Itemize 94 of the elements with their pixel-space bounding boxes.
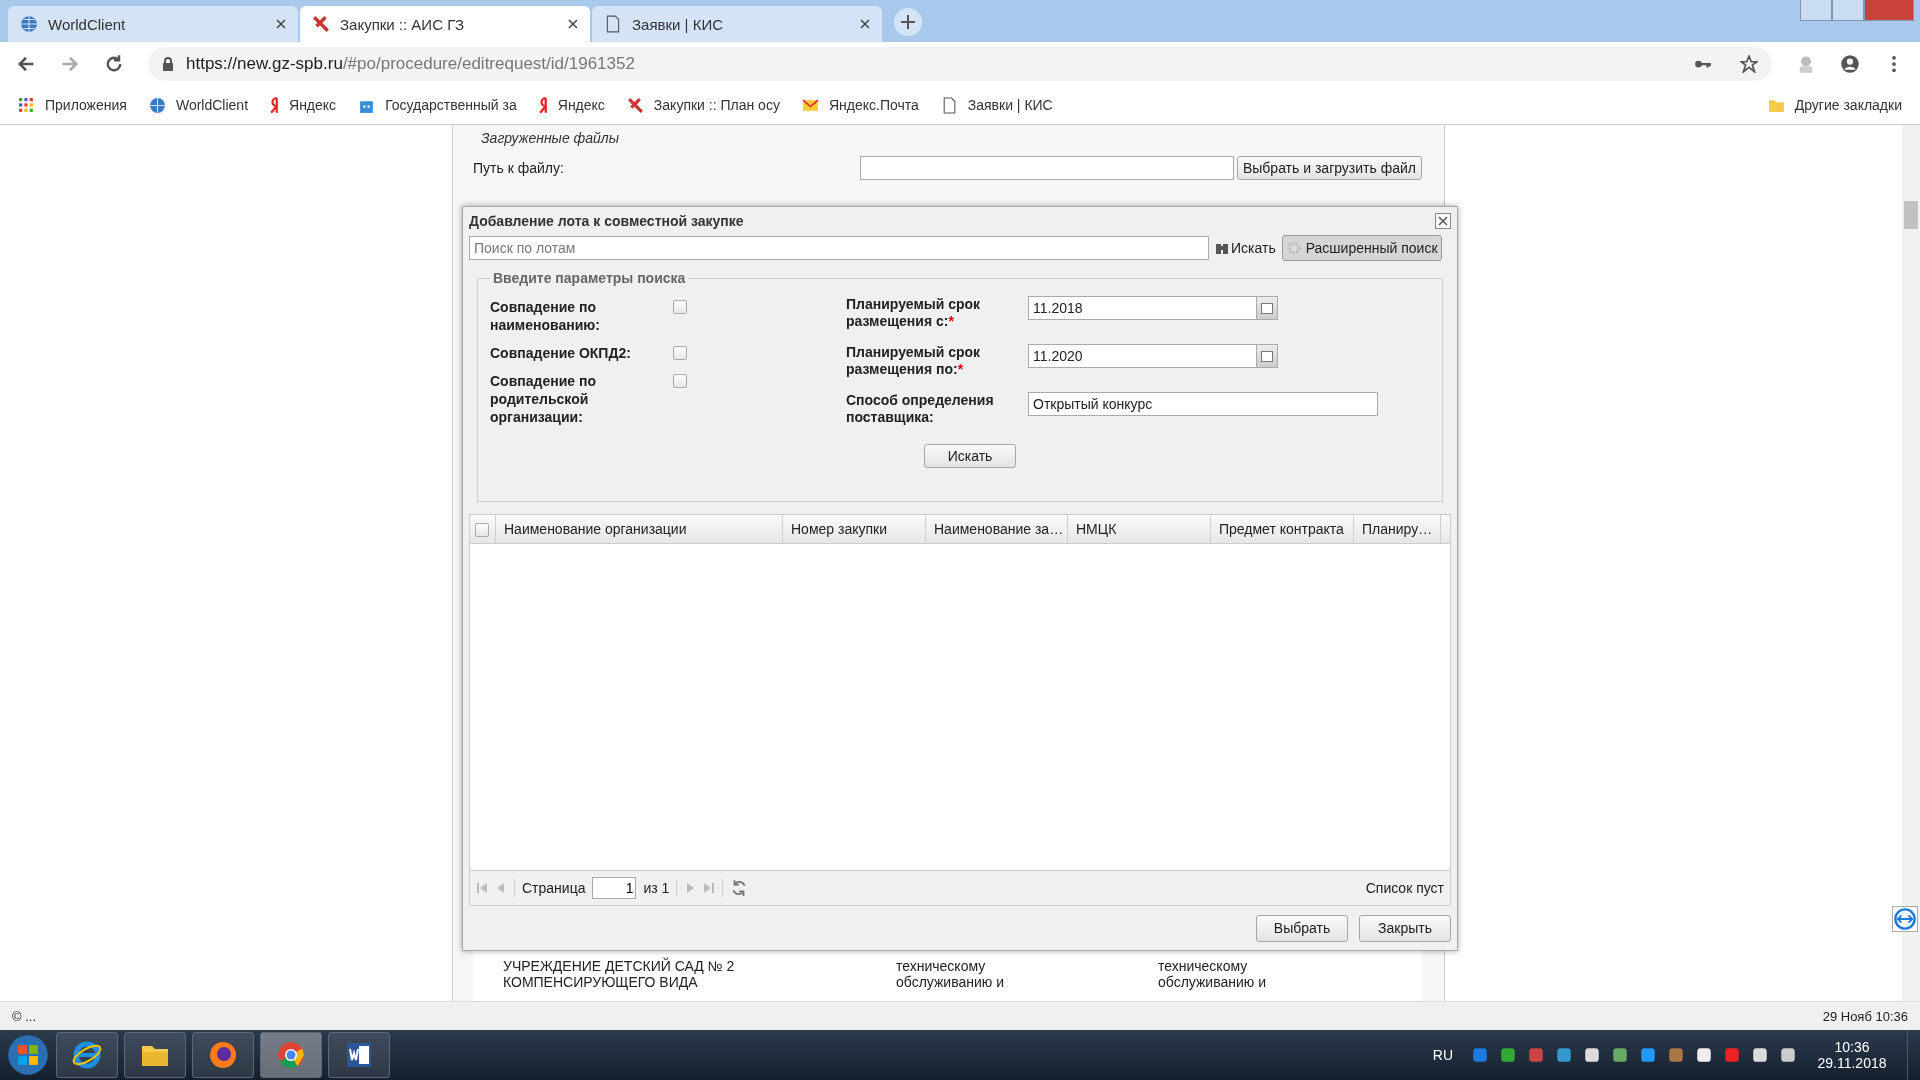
page-label: Страница <box>522 880 586 896</box>
field-label: Планируемый срок размещения с:* <box>846 296 982 330</box>
column-header[interactable]: Наименование за… <box>926 515 1068 543</box>
column-header[interactable]: Планиру… <box>1354 515 1441 543</box>
chrome-icon <box>275 1039 307 1071</box>
table-cell: обслуживанию и <box>1158 974 1266 990</box>
close-icon[interactable] <box>276 19 286 29</box>
bookmark-folder[interactable]: Другие закладки <box>1767 96 1902 114</box>
language-indicator[interactable]: RU <box>1432 1047 1453 1063</box>
dialog-button[interactable]: Выбрать <box>1256 914 1348 942</box>
letter-icon <box>538 96 548 114</box>
tab-title: WorldClient <box>48 15 127 33</box>
clock[interactable]: 10:36 29.11.2018 <box>1807 1039 1897 1071</box>
lock-icon <box>162 57 174 71</box>
field-label: Путь к файлу: <box>473 160 565 176</box>
globe-icon <box>148 96 166 114</box>
table-cell-text: УЧРЕЖДЕНИЕ ДЕТСКИЙ САД № 2 <box>503 958 736 974</box>
taskbar-button[interactable] <box>328 1032 390 1078</box>
close-button[interactable] <box>1435 212 1451 229</box>
apps-icon <box>18 96 35 114</box>
browser-e-icon <box>71 1039 103 1071</box>
date-field[interactable]: 11.2020 <box>1028 344 1278 368</box>
column-header[interactable]: Предмет контракта <box>1211 515 1354 543</box>
binoculars-icon <box>1215 241 1229 255</box>
upload-button[interactable]: Выбрать и загрузить файл <box>1236 156 1422 180</box>
table-cell: техническому <box>1158 958 1248 974</box>
table-cell-text: техническому <box>896 958 987 974</box>
status-datetime: 29 Нояб 10:36 <box>1822 1008 1908 1024</box>
gear-icon <box>1285 240 1302 256</box>
browser-tab[interactable]: Заявки | КИС <box>592 6 882 42</box>
page-number-field[interactable]: 1 <box>592 877 637 899</box>
column-header[interactable]: НМЦК <box>1068 515 1211 543</box>
browser-tab[interactable]: WorldClient <box>8 6 298 42</box>
bookmark[interactable]: Яндекс <box>538 96 605 114</box>
column-header[interactable]: Номер закупки <box>783 515 926 543</box>
close-icon[interactable] <box>568 19 578 29</box>
start-button[interactable] <box>6 1033 50 1077</box>
tab-title: Закупки :: АИС ГЗ <box>340 15 465 33</box>
section-title: Загруженные файлы <box>480 130 621 146</box>
search-field[interactable]: Поиск по лотам <box>469 236 1209 260</box>
close-icon[interactable] <box>860 19 870 29</box>
date-field[interactable]: 11.2018 <box>1028 296 1278 320</box>
forward-icon[interactable] <box>60 54 80 74</box>
table-cell-text: КОМПЕНСИРУЮЩЕГО ВИДА <box>503 974 699 990</box>
globe-icon <box>20 15 38 33</box>
bookmark[interactable]: Заявки | КИС <box>940 96 1053 114</box>
letter-icon <box>270 96 280 114</box>
scroll-thumb[interactable] <box>1904 201 1918 229</box>
back-icon[interactable] <box>16 54 36 74</box>
browser-tab[interactable]: Закупки :: АИС ГЗ <box>300 6 590 42</box>
panel-legend: Введите параметры поиска <box>490 270 689 286</box>
text-field[interactable]: Открытый конкурс <box>1028 392 1378 416</box>
url-text: https://new.gz-spb.ru/#po/procedure/editrequest/id/1961352 <box>186 54 636 74</box>
scrollbar[interactable] <box>1902 125 1920 1001</box>
dialog-button[interactable]: Закрыть <box>1359 914 1451 942</box>
bookmark[interactable]: Закупки :: План осу <box>626 96 780 114</box>
page-icon <box>604 15 622 33</box>
advanced-search-button[interactable]: Расширенный поиск <box>1281 235 1442 261</box>
star-icon[interactable] <box>1740 55 1758 73</box>
field-label: Совпадение по наименованию: <box>490 298 601 334</box>
checkbox[interactable] <box>673 374 687 388</box>
calendar-icon[interactable] <box>1256 297 1277 319</box>
taskbar-button[interactable] <box>124 1032 186 1078</box>
table-cell-text: обслуживанию и <box>896 974 1005 990</box>
bookmark[interactable]: Приложения <box>18 96 127 114</box>
bookmark[interactable]: Яндекс <box>270 96 337 114</box>
list-status: Список пуст <box>1365 880 1444 896</box>
search-button[interactable]: Искать <box>1213 240 1278 256</box>
search-button[interactable]: Искать <box>924 444 1016 468</box>
taskbar-button[interactable] <box>56 1032 118 1078</box>
column-header[interactable]: Наименование организации <box>496 515 783 543</box>
file-path-field[interactable] <box>859 156 1234 180</box>
select-all-checkbox[interactable] <box>475 523 489 537</box>
bookmark[interactable]: Яндекс.Почта <box>801 96 919 114</box>
page-count: из 1 <box>643 880 670 896</box>
status-text: © ... <box>12 1008 37 1024</box>
checkbox[interactable] <box>673 346 687 360</box>
bookmark[interactable]: Государственный за <box>358 96 517 114</box>
reload-icon[interactable] <box>104 54 124 74</box>
new-tab-button[interactable] <box>894 8 922 36</box>
tools-icon <box>312 15 330 33</box>
checkbox[interactable] <box>673 300 687 314</box>
calendar-icon[interactable] <box>1256 345 1277 367</box>
bookmark[interactable]: WorldClient <box>148 96 249 114</box>
dialog-title: Добавление лота к совместной закупке <box>469 212 744 229</box>
field-label: Планируемый срок размещения по:* <box>846 344 982 378</box>
field-label: Совпадение по родительской организации: <box>490 372 597 426</box>
field-label: Способ определения поставщика: <box>846 392 995 426</box>
address-bar[interactable]: https://new.gz-spb.ru/#po/procedure/editrequest/id/1961352 <box>148 47 1772 81</box>
tab-title: Заявки | КИС <box>632 15 725 33</box>
fox-globe-icon <box>207 1039 239 1071</box>
tools-icon <box>626 96 644 114</box>
field-label: Совпадение ОКПД2: <box>490 344 632 362</box>
account-icon[interactable] <box>1840 54 1860 74</box>
